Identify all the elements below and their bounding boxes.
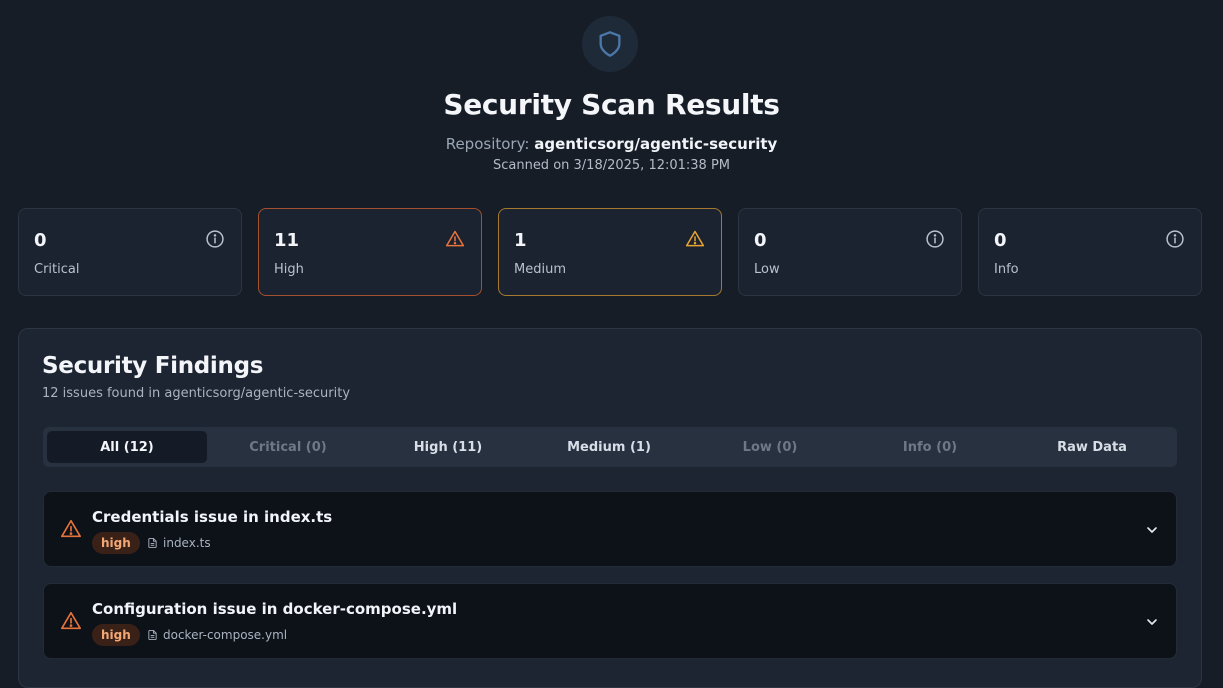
stat-count: 0 [34, 230, 47, 251]
tab-critical[interactable]: Critical (0) [208, 431, 368, 463]
warning-triangle-icon [61, 611, 81, 630]
tab-high[interactable]: High (11) [368, 431, 528, 463]
repository-line: Repository: agenticsorg/agentic-security [0, 135, 1223, 153]
stat-count: 0 [754, 230, 767, 251]
stat-card-medium: 1 Medium [498, 208, 722, 296]
severity-badge: high [92, 624, 140, 646]
tab-all[interactable]: All (12) [47, 431, 207, 463]
severity-badge: high [92, 532, 140, 554]
finding-title: Configuration issue in docker-compose.ym… [92, 600, 458, 618]
severity-summary: 0 Critical 11 High 1 Medium 0 Low 0 Info [18, 208, 1202, 296]
repository-name: agenticsorg/agentic-security [534, 135, 778, 153]
stat-label: High [274, 262, 304, 277]
chevron-down-icon[interactable] [1144, 614, 1160, 630]
stat-card-critical: 0 Critical [18, 208, 242, 296]
stat-card-high: 11 High [258, 208, 482, 296]
file-icon [148, 629, 157, 641]
stat-count: 1 [514, 230, 527, 251]
page-title: Security Scan Results [443, 88, 780, 121]
finding-item[interactable]: Configuration issue in docker-compose.ym… [43, 583, 1177, 659]
scan-timestamp: Scanned on 3/18/2025, 12:01:38 PM [492, 158, 731, 173]
stat-card-info: 0 Info [978, 208, 1202, 296]
finding-title: Credentials issue in index.ts [92, 508, 333, 526]
file-name: index.ts [163, 536, 211, 550]
finding-file: docker-compose.yml [147, 628, 287, 642]
file-icon [148, 537, 157, 549]
finding-file: index.ts [147, 536, 211, 550]
tab-low[interactable]: Low (0) [690, 431, 850, 463]
info-circle-icon [926, 230, 944, 248]
tab-info[interactable]: Info (0) [850, 431, 1010, 463]
shield-badge [582, 16, 638, 72]
findings-title: Security Findings [42, 353, 264, 379]
tab-medium[interactable]: Medium (1) [529, 431, 689, 463]
repository-prefix: Repository: [445, 135, 530, 153]
warning-triangle-icon [445, 230, 465, 247]
warning-triangle-icon [685, 230, 705, 247]
file-name: docker-compose.yml [163, 628, 288, 642]
chevron-down-icon[interactable] [1144, 522, 1160, 538]
findings-subtitle: 12 issues found in agenticsorg/agentic-s… [42, 386, 351, 401]
shield-icon [599, 31, 621, 57]
stat-count: 11 [274, 230, 300, 251]
findings-panel: Security Findings 12 issues found in age… [18, 328, 1202, 688]
severity-tabs: All (12) Critical (0) High (11) Medium (… [43, 427, 1177, 467]
stat-count: 0 [994, 230, 1007, 251]
stat-label: Info [994, 262, 1019, 277]
stat-label: Medium [514, 262, 566, 277]
info-circle-icon [1166, 230, 1184, 248]
warning-triangle-icon [61, 519, 81, 538]
stat-card-low: 0 Low [738, 208, 962, 296]
finding-item[interactable]: Credentials issue in index.ts high index… [43, 491, 1177, 567]
info-circle-icon [206, 230, 224, 248]
tab-raw-data[interactable]: Raw Data [1012, 431, 1172, 463]
stat-label: Low [754, 262, 780, 277]
stat-label: Critical [34, 262, 80, 277]
